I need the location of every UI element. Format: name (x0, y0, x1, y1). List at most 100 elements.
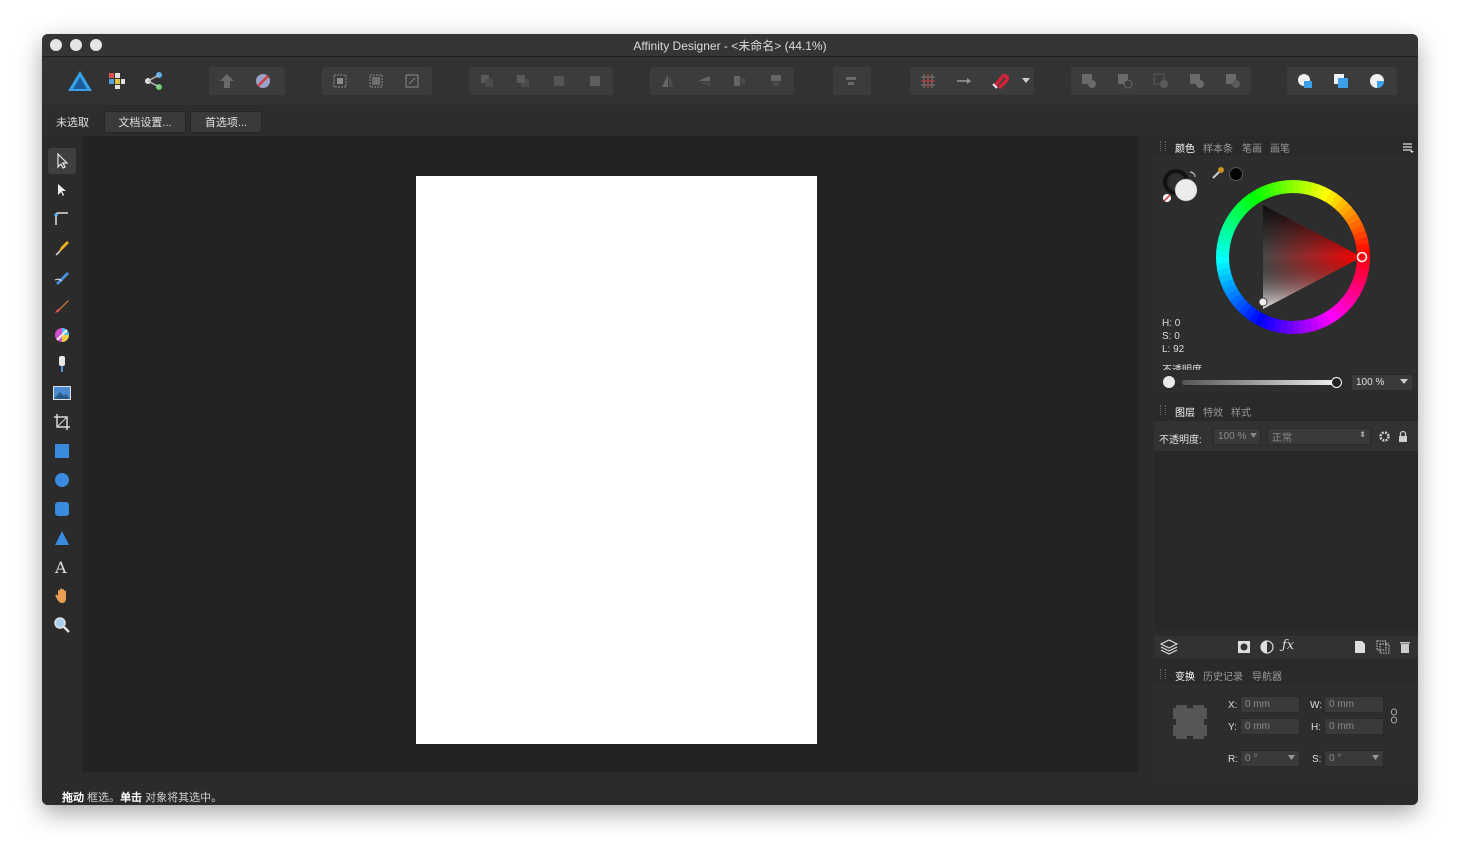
insert-behind-icon[interactable] (358, 67, 394, 95)
move-to-front-arrange-icon[interactable] (577, 67, 613, 95)
opacity-slider[interactable] (1182, 380, 1337, 385)
tab-swatches[interactable]: 样本条 (1203, 140, 1233, 155)
mask-layer-icon[interactable] (1237, 640, 1251, 659)
document-setup-button[interactable]: 文档设置... (104, 111, 186, 133)
preferences-button[interactable]: 首选项... (190, 111, 262, 133)
zoom-tool-icon[interactable] (48, 612, 76, 638)
tab-stroke[interactable]: 笔画 (1242, 140, 1262, 155)
tab-effects[interactable]: 特效 (1203, 404, 1223, 419)
rotate-left-icon[interactable] (722, 67, 758, 95)
corner-tool-icon[interactable] (48, 206, 76, 232)
move-back-one-icon[interactable] (469, 67, 505, 95)
blend-mode-select[interactable]: 正常 ⬍ (1267, 428, 1371, 445)
panel-grip[interactable] (1160, 141, 1166, 151)
canvas-area[interactable] (83, 136, 1139, 772)
blend-mode-stepper-icon[interactable]: ⬍ (1359, 430, 1366, 439)
y-field[interactable]: 0 mm (1240, 718, 1300, 735)
fill-tool-icon[interactable] (48, 322, 76, 348)
h-field[interactable]: 0 mm (1324, 718, 1384, 735)
pixel-persona-icon[interactable] (99, 67, 135, 95)
geometry-divide-icon[interactable] (1359, 67, 1395, 95)
snapping-dropdown-chevron-icon[interactable] (1018, 67, 1034, 95)
rotation-field[interactable]: 0 ° (1240, 750, 1300, 767)
layers-list[interactable] (1154, 451, 1402, 629)
tab-transform[interactable]: 变换 (1175, 668, 1195, 683)
snapping-magnet-icon[interactable] (982, 67, 1018, 95)
transparency-tool-icon[interactable] (48, 351, 76, 377)
fx-icon[interactable]: ƒx (1282, 638, 1294, 653)
rotate-right-icon[interactable] (758, 67, 794, 95)
flip-vertical-icon[interactable] (686, 67, 722, 95)
rotation-chevron-icon[interactable] (1288, 753, 1295, 764)
trash-icon[interactable] (1399, 640, 1411, 659)
pencil-tool-icon[interactable] (48, 264, 76, 290)
transform-mode-icon[interactable] (394, 67, 430, 95)
w-field[interactable]: 0 mm (1324, 696, 1384, 713)
geometry-add-icon[interactable] (1287, 67, 1323, 95)
adjustment-layer-icon[interactable] (1260, 640, 1274, 659)
anchor-point-selector-icon[interactable] (1170, 702, 1210, 747)
add-page-icon[interactable] (1354, 640, 1366, 659)
layers-stack-icon[interactable] (1159, 639, 1179, 660)
vector-brush-tool-icon[interactable] (48, 293, 76, 319)
shear-field[interactable]: 0 ° (1324, 750, 1384, 767)
opacity-dropdown-chevron-icon[interactable] (1400, 377, 1408, 388)
tab-history[interactable]: 历史记录 (1203, 668, 1243, 683)
hand-tool-icon[interactable] (48, 583, 76, 609)
crop-tool-icon[interactable] (48, 409, 76, 435)
intersect-boolean-icon[interactable] (1143, 67, 1179, 95)
tools-panel: A (42, 136, 82, 772)
layer-opacity-chevron-icon[interactable] (1250, 431, 1257, 442)
lock-icon[interactable] (1398, 430, 1408, 448)
force-pixel-alignment-icon[interactable] (946, 67, 982, 95)
convert-to-curves-icon[interactable] (245, 67, 281, 95)
panel-grip[interactable] (1160, 669, 1166, 679)
move-forward-one-icon[interactable] (505, 67, 541, 95)
shear-chevron-icon[interactable] (1372, 753, 1379, 764)
layers-panel: 图层 特效 样式 不透明度: 100 % 正常 ⬍ (1154, 400, 1418, 630)
tab-color[interactable]: 颜色 (1175, 140, 1195, 155)
subtract-boolean-icon[interactable] (1107, 67, 1143, 95)
add-boolean-icon[interactable] (1071, 67, 1107, 95)
pen-tool-icon[interactable] (48, 235, 76, 261)
rectangle-tool-icon[interactable] (48, 438, 76, 464)
svg-text:A: A (54, 558, 67, 576)
rounded-rectangle-tool-icon[interactable] (48, 496, 76, 522)
place-image-tool-icon[interactable] (48, 380, 76, 406)
main-toolbar (42, 57, 1418, 105)
geometry-subtract-icon[interactable] (1323, 67, 1359, 95)
tab-brushes[interactable]: 画笔 (1270, 140, 1290, 155)
opacity-slider-handle[interactable] (1331, 377, 1342, 388)
move-to-front-icon[interactable] (209, 67, 245, 95)
designer-persona-icon[interactable] (62, 67, 98, 95)
ellipse-tool-icon[interactable] (48, 467, 76, 493)
panel-menu-icon[interactable] (1402, 140, 1414, 158)
tab-layers[interactable]: 图层 (1175, 404, 1195, 419)
node-tool-icon[interactable] (48, 177, 76, 203)
panel-grip[interactable] (1160, 405, 1166, 415)
show-grid-icon[interactable] (910, 67, 946, 95)
aspect-lock-chain-icon[interactable] (1390, 708, 1398, 729)
xor-boolean-icon[interactable] (1179, 67, 1215, 95)
tab-styles[interactable]: 样式 (1231, 404, 1251, 419)
triangle-tool-icon[interactable] (48, 525, 76, 551)
layer-opacity-field[interactable]: 100 % (1213, 428, 1261, 445)
picked-color-swatch[interactable] (1229, 167, 1243, 181)
tab-navigator[interactable]: 导航器 (1252, 668, 1282, 683)
align-icon[interactable] (833, 67, 869, 95)
document-page[interactable] (416, 176, 817, 744)
move-to-back-icon[interactable] (541, 67, 577, 95)
divide-boolean-icon[interactable] (1215, 67, 1251, 95)
move-tool-icon[interactable] (48, 148, 76, 174)
text-tool-icon[interactable]: A (48, 554, 76, 580)
x-field[interactable]: 0 mm (1240, 696, 1300, 713)
gear-icon[interactable] (1378, 430, 1391, 448)
export-persona-icon[interactable] (136, 67, 172, 95)
flip-horizontal-icon[interactable] (650, 67, 686, 95)
layers-footer-toolbar: ƒx (1154, 636, 1418, 658)
duplicate-layer-icon[interactable] (1376, 640, 1390, 659)
color-wheel[interactable] (1216, 180, 1370, 339)
fill-stroke-swatch[interactable] (1162, 166, 1202, 209)
opacity-value-field[interactable]: 100 % (1351, 374, 1413, 391)
insert-inside-icon[interactable] (322, 67, 358, 95)
